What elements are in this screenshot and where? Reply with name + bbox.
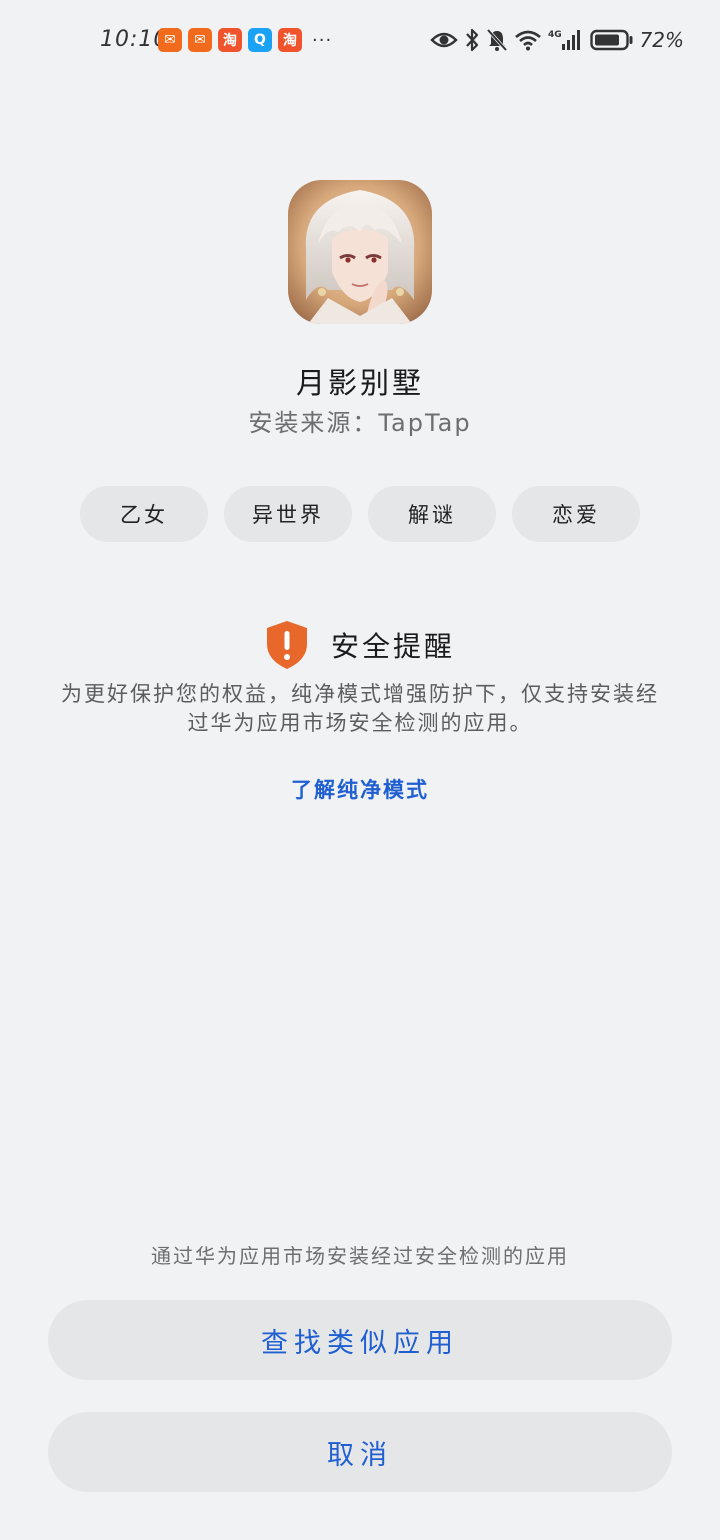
security-title: 安全提醒 xyxy=(330,630,455,663)
install-source: 安装来源：TapTap xyxy=(248,409,472,437)
more-notifications-icon: ··· xyxy=(312,29,333,51)
eye-comfort-icon xyxy=(429,32,458,48)
learn-pure-mode-link[interactable]: 了解纯净模式 xyxy=(0,774,720,804)
mute-bell-icon xyxy=(486,28,507,52)
bottom-hint: 通过华为应用市场安装经过安全检测的应用 xyxy=(151,1244,569,1268)
wifi-icon xyxy=(514,30,541,51)
cancel-button[interactable]: 取消 xyxy=(48,1412,672,1492)
battery-icon xyxy=(589,29,633,51)
security-description: 为更好保护您的权益，纯净模式增强防护下，仅支持安装经过华为应用市场安全检测的应用… xyxy=(61,682,659,735)
bluetooth-icon xyxy=(465,28,478,52)
taobao-app-icon: 淘 xyxy=(278,28,302,52)
notification-icons: ✉ ✉ 淘 Q 淘 ··· xyxy=(158,28,332,52)
app-icon-artwork xyxy=(288,180,432,324)
warning-shield-icon xyxy=(266,621,307,669)
status-bar: 10:10 ✉ ✉ 淘 Q 淘 ··· 4G 72% xyxy=(0,22,720,62)
network-type-label: 4G xyxy=(548,30,562,40)
app-tags: 乙女 异世界 解谜 恋爱 xyxy=(80,486,640,542)
cellular-signal-icon: 4G xyxy=(548,30,580,50)
system-icons: 4G 72% xyxy=(429,27,684,53)
tag-puzzle: 解谜 xyxy=(368,486,496,542)
search-app-icon: Q xyxy=(248,28,272,52)
find-similar-apps-button[interactable]: 查找类似应用 xyxy=(48,1300,672,1380)
app-icon xyxy=(288,180,432,324)
security-header: 安全提醒 xyxy=(0,620,720,670)
red-envelope-app-icon: ✉ xyxy=(188,28,212,52)
red-envelope-app-icon: ✉ xyxy=(158,28,182,52)
tag-otome: 乙女 xyxy=(80,486,208,542)
app-name: 月影别墅 xyxy=(295,366,424,400)
battery-percentage: 72% xyxy=(639,28,684,52)
taobao-app-icon: 淘 xyxy=(218,28,242,52)
tag-isekai: 异世界 xyxy=(224,486,352,542)
tag-romance: 恋爱 xyxy=(512,486,640,542)
